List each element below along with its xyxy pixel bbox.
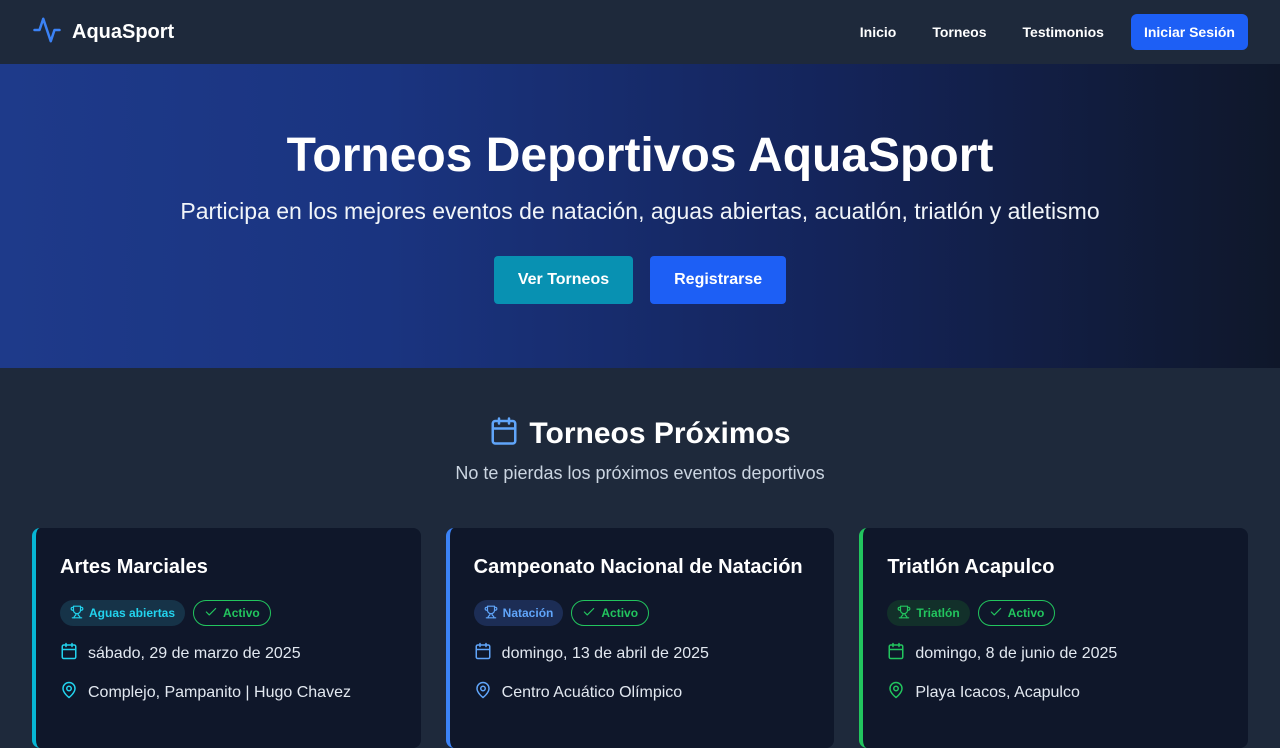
tournament-location: Centro Acuático Olímpico [501,683,683,701]
status-badge: Activo [977,600,1056,626]
tournament-badges: Aguas abiertas Activo [60,600,397,626]
section-subtitle: No te pierdas los próximos eventos depor… [455,463,825,483]
check-icon [582,605,596,622]
brand[interactable]: AquaSport [32,15,174,50]
navbar: AquaSport Inicio Torneos Testimonios Ini… [0,0,1280,64]
date-row: sábado, 29 de marzo de 2025 [60,642,397,665]
brand-name: AquaSport [72,20,175,43]
map-pin-icon [474,681,492,704]
map-pin-icon [887,681,905,704]
tournament-card[interactable]: Triatlón Acapulco Triatlón Activo doming… [859,528,1249,748]
trophy-icon [70,605,84,622]
location-row: Playa Icacos, Acapulco [887,681,1224,704]
status-label: Activo [223,606,260,620]
section-title: Torneos Próximos [529,416,791,450]
check-icon [989,605,1003,622]
date-row: domingo, 8 de junio de 2025 [887,642,1224,665]
status-badge: Activo [571,600,650,626]
calendar-icon [474,642,492,665]
tournament-title: Artes Marciales [60,556,208,578]
activity-pulse-icon [32,15,62,50]
map-pin-icon [60,681,78,704]
category-badge: Natación [473,600,564,626]
location-row: Complejo, Pampanito | Hugo Chavez [60,681,397,704]
tournament-location: Playa Icacos, Acapulco [915,683,1080,701]
category-label: Natación [502,606,554,620]
nav-links: Inicio Torneos Testimonios Iniciar Sesió… [849,14,1248,50]
tournament-date: domingo, 8 de junio de 2025 [915,644,1118,662]
tournament-card[interactable]: Artes Marciales Aguas abiertas Activo sá… [32,528,421,748]
register-button[interactable]: Registrarse [650,256,787,304]
calendar-icon [60,642,78,665]
tournament-location: Complejo, Pampanito | Hugo Chavez [88,683,351,701]
date-row: domingo, 13 de abril de 2025 [474,642,811,665]
hero-title: Torneos Deportivos AquaSport [286,129,994,182]
trophy-icon [484,605,498,622]
tournament-cards: Artes Marciales Aguas abiertas Activo sá… [32,528,1249,748]
category-badge: Aguas abiertas [60,600,186,626]
tournament-card[interactable]: Campeonato Nacional de Natación Natación… [445,528,835,748]
tournament-date: sábado, 29 de marzo de 2025 [88,644,301,662]
hero-buttons: Ver Torneos Registrarse [0,256,1280,304]
tournament-badges: Triatlón Activo [887,600,1224,626]
calendar-icon [887,642,905,665]
location-row: Centro Acuático Olímpico [474,681,811,704]
tournament-title: Triatlón Acapulco [887,556,1055,578]
nav-link-inicio[interactable]: Inicio [849,15,908,49]
category-badge: Triatlón [887,600,970,626]
tournament-title: Campeonato Nacional de Natación [473,556,803,578]
status-label: Activo [601,606,639,620]
category-label: Aguas abiertas [89,606,176,620]
status-label: Activo [1007,606,1045,620]
hero-subtitle: Participa en los mejores eventos de nata… [180,198,1100,224]
nav-link-testimonios[interactable]: Testimonios [1012,15,1115,49]
trophy-icon [897,605,911,622]
status-badge: Activo [193,600,271,626]
login-button[interactable]: Iniciar Sesión [1130,14,1248,50]
view-tournaments-button[interactable]: Ver Torneos [493,256,634,304]
calendar-icon [489,416,519,451]
hero-section: Torneos Deportivos AquaSport Participa e… [0,64,1280,368]
section-header: Torneos Próximos [0,416,1280,451]
check-icon [204,605,218,622]
tournament-badges: Natación Activo [473,600,811,626]
nav-link-torneos[interactable]: Torneos [921,15,997,49]
category-label: Triatlón [916,606,960,620]
tournament-date: domingo, 13 de abril de 2025 [501,644,709,662]
